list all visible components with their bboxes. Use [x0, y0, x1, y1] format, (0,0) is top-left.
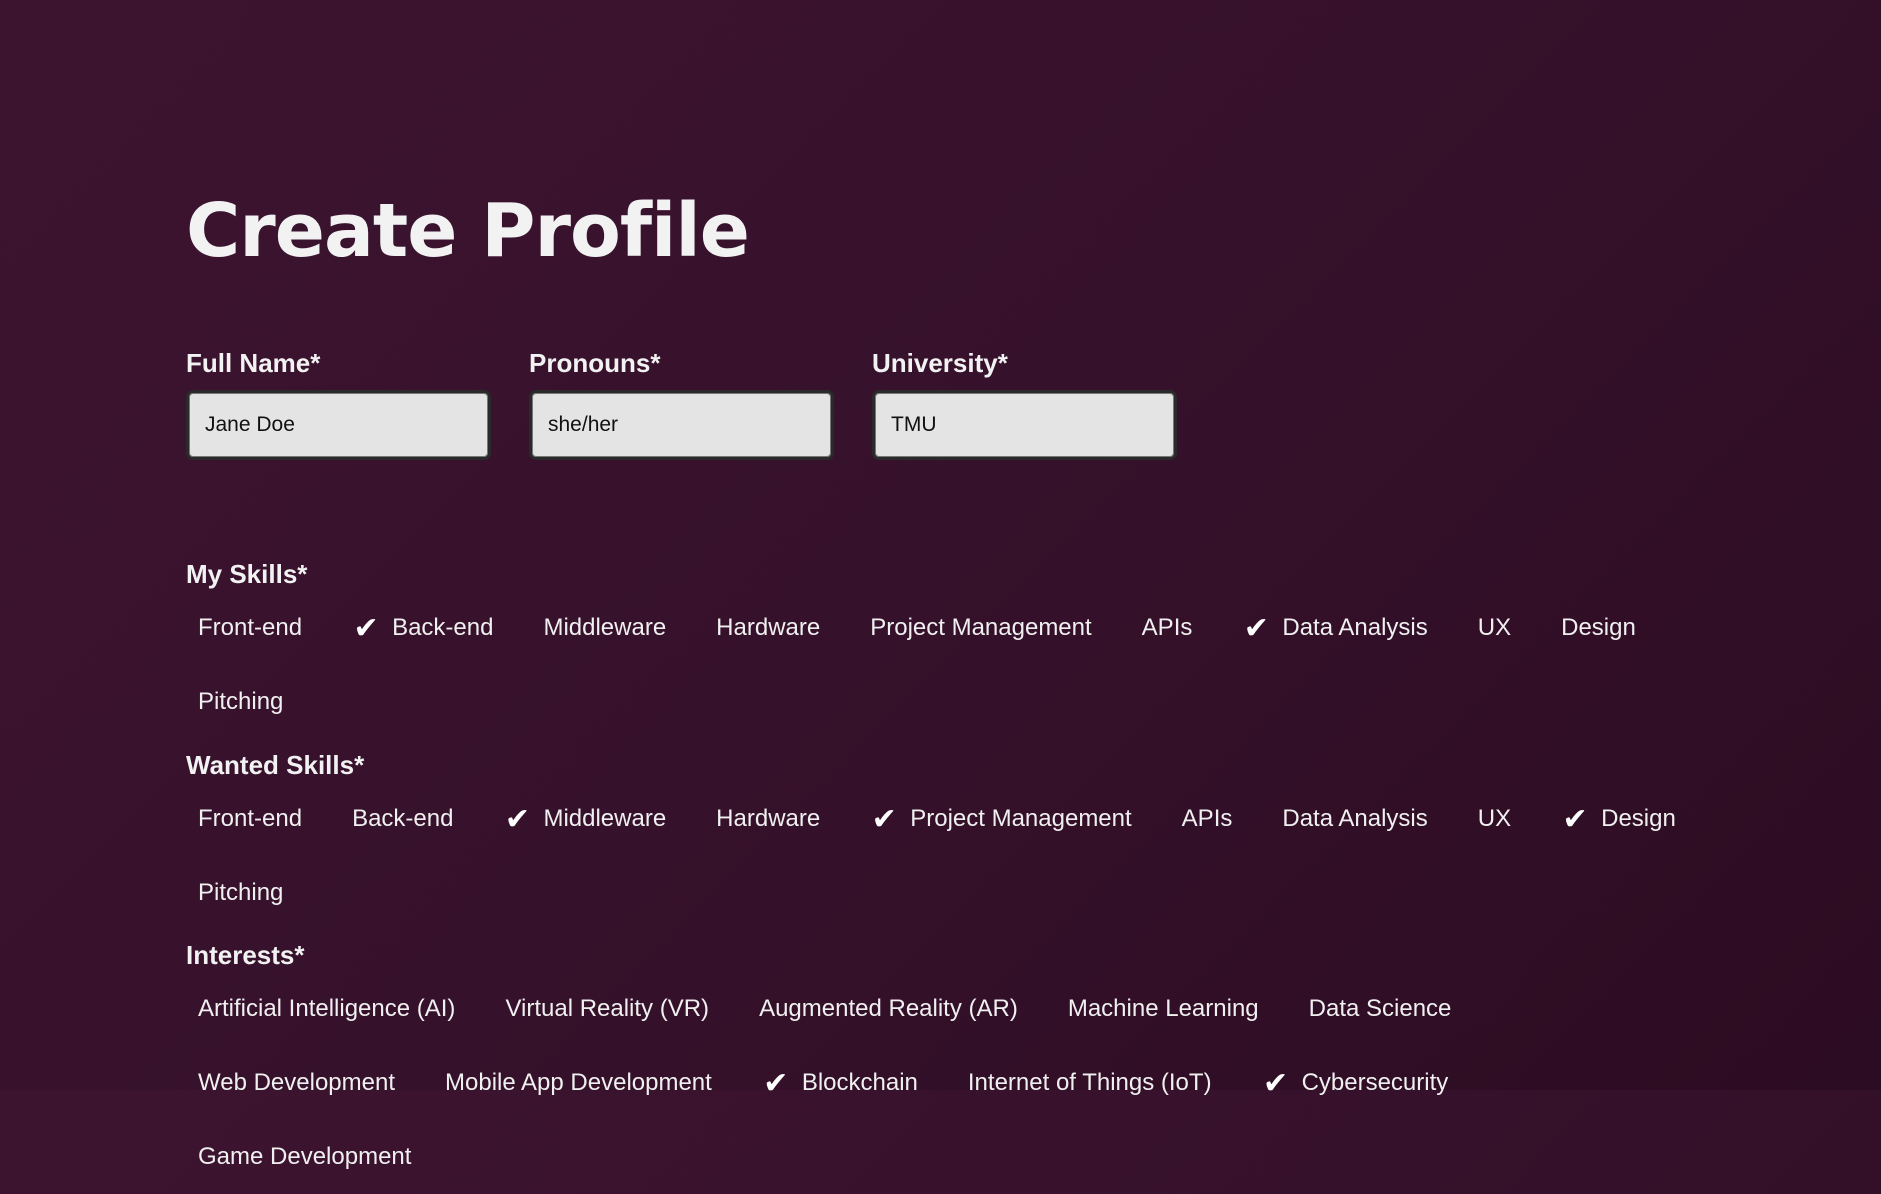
- option-item[interactable]: ✔Middleware: [543, 591, 666, 665]
- university-label: University*: [872, 348, 1008, 378]
- pronouns-input[interactable]: [529, 390, 834, 460]
- interests-section: Interests* ✔Artificial Intelligence (AI)…: [186, 938, 1746, 1194]
- option-label: Artificial Intelligence (AI): [198, 995, 456, 1022]
- checkmark-icon: ✔: [1562, 802, 1588, 836]
- university-input[interactable]: [872, 390, 1177, 460]
- option-label: Hardware: [716, 614, 821, 641]
- option-item[interactable]: ✔ Blockchain: [762, 1046, 918, 1120]
- option-label: Project Management: [870, 614, 1092, 641]
- option-label: Design: [1601, 805, 1676, 832]
- option-item[interactable]: ✔ Back-end: [352, 591, 493, 665]
- option-item[interactable]: ✔Hardware: [716, 591, 820, 665]
- full-name-field: Full Name*: [186, 346, 491, 460]
- checkmark-icon: ✔: [504, 802, 531, 836]
- option-item[interactable]: ✔Pitching: [198, 856, 283, 930]
- option-label: Data Analysis: [1282, 805, 1428, 832]
- option-label: Pitching: [198, 879, 284, 906]
- option-item[interactable]: ✔UX: [1478, 591, 1511, 665]
- interests-title: Interests*: [186, 940, 305, 970]
- full-name-label: Full Name*: [186, 348, 321, 378]
- option-item[interactable]: ✔Design: [1561, 591, 1636, 665]
- option-item[interactable]: ✔Front-end: [198, 591, 302, 665]
- option-item[interactable]: ✔Machine Learning: [1068, 972, 1259, 1046]
- profile-fields: Full Name* Pronouns* University*: [186, 346, 1177, 460]
- option-item[interactable]: ✔Artificial Intelligence (AI): [198, 972, 455, 1046]
- option-item[interactable]: ✔Data Analysis: [1282, 782, 1427, 856]
- option-label: Machine Learning: [1067, 995, 1259, 1022]
- option-label: Cybersecurity: [1301, 1069, 1449, 1096]
- option-label: Middleware: [543, 805, 667, 832]
- option-item[interactable]: ✔ Project Management: [870, 782, 1132, 856]
- full-name-input[interactable]: [186, 390, 491, 460]
- wanted-skills-title: Wanted Skills*: [186, 750, 365, 780]
- option-item[interactable]: ✔Internet of Things (IoT): [968, 1046, 1212, 1120]
- option-item[interactable]: ✔Front-end: [198, 782, 302, 856]
- option-label: Pitching: [198, 688, 284, 715]
- option-item[interactable]: ✔APIs: [1142, 591, 1193, 665]
- option-label: Front-end: [198, 614, 303, 641]
- option-item[interactable]: ✔Virtual Reality (VR): [505, 972, 709, 1046]
- option-label: Internet of Things (IoT): [967, 1069, 1212, 1096]
- option-item[interactable]: ✔Project Management: [870, 591, 1091, 665]
- option-label: Game Development: [198, 1143, 412, 1170]
- interests-options: ✔Artificial Intelligence (AI)✔Virtual Re…: [198, 972, 1746, 1194]
- option-item[interactable]: ✔ Cybersecurity: [1262, 1046, 1449, 1120]
- option-item[interactable]: ✔Game Development: [198, 1120, 411, 1194]
- option-label: UX: [1477, 614, 1512, 641]
- option-label: Hardware: [716, 805, 821, 832]
- option-item[interactable]: ✔ Data Analysis: [1242, 591, 1428, 665]
- option-label: Data Analysis: [1282, 614, 1428, 641]
- checkmark-icon: ✔: [871, 802, 897, 836]
- option-item[interactable]: ✔ Design: [1561, 782, 1676, 856]
- option-item[interactable]: ✔Web Development: [198, 1046, 395, 1120]
- option-item[interactable]: ✔Data Science: [1309, 972, 1452, 1046]
- pronouns-field: Pronouns*: [529, 346, 834, 460]
- option-label: APIs: [1181, 805, 1233, 832]
- option-label: Project Management: [910, 805, 1132, 832]
- option-label: Data Science: [1308, 995, 1452, 1022]
- my-skills-section: My Skills* ✔Front-end✔Back-end✔Middlewar…: [186, 557, 1746, 739]
- option-item[interactable]: ✔Pitching: [198, 665, 283, 739]
- checkmark-icon: ✔: [1243, 611, 1269, 645]
- page-title: Create Profile: [186, 188, 750, 274]
- option-label: Middleware: [543, 614, 667, 641]
- wanted-skills-section: Wanted Skills* ✔Front-end✔Back-end✔Middl…: [186, 748, 1746, 930]
- option-item[interactable]: ✔UX: [1478, 782, 1511, 856]
- checkmark-icon: ✔: [763, 1066, 789, 1100]
- option-label: UX: [1477, 805, 1512, 832]
- option-item[interactable]: ✔ Middleware: [503, 782, 666, 856]
- option-label: Virtual Reality (VR): [505, 995, 710, 1022]
- option-label: Augmented Reality (AR): [759, 995, 1018, 1022]
- option-label: Back-end: [392, 614, 494, 641]
- pronouns-label: Pronouns*: [529, 348, 661, 378]
- option-label: Front-end: [198, 805, 303, 832]
- option-item[interactable]: ✔Hardware: [716, 782, 820, 856]
- option-item[interactable]: ✔Back-end: [352, 782, 453, 856]
- option-label: Web Development: [198, 1069, 395, 1096]
- option-item[interactable]: ✔Mobile App Development: [445, 1046, 712, 1120]
- option-label: Back-end: [352, 805, 454, 832]
- university-field: University*: [872, 346, 1177, 460]
- wanted-skills-options: ✔Front-end✔Back-end✔Middleware✔Hardware✔…: [198, 782, 1746, 930]
- my-skills-options: ✔Front-end✔Back-end✔Middleware✔Hardware✔…: [198, 591, 1746, 739]
- my-skills-title: My Skills*: [186, 559, 308, 589]
- checkmark-icon: ✔: [353, 611, 379, 645]
- option-item[interactable]: ✔APIs: [1182, 782, 1233, 856]
- option-label: Blockchain: [801, 1069, 918, 1096]
- checkmark-icon: ✔: [1262, 1066, 1289, 1100]
- option-item[interactable]: ✔Augmented Reality (AR): [759, 972, 1018, 1046]
- option-label: APIs: [1141, 614, 1193, 641]
- option-label: Design: [1561, 614, 1636, 641]
- option-label: Mobile App Development: [445, 1069, 712, 1096]
